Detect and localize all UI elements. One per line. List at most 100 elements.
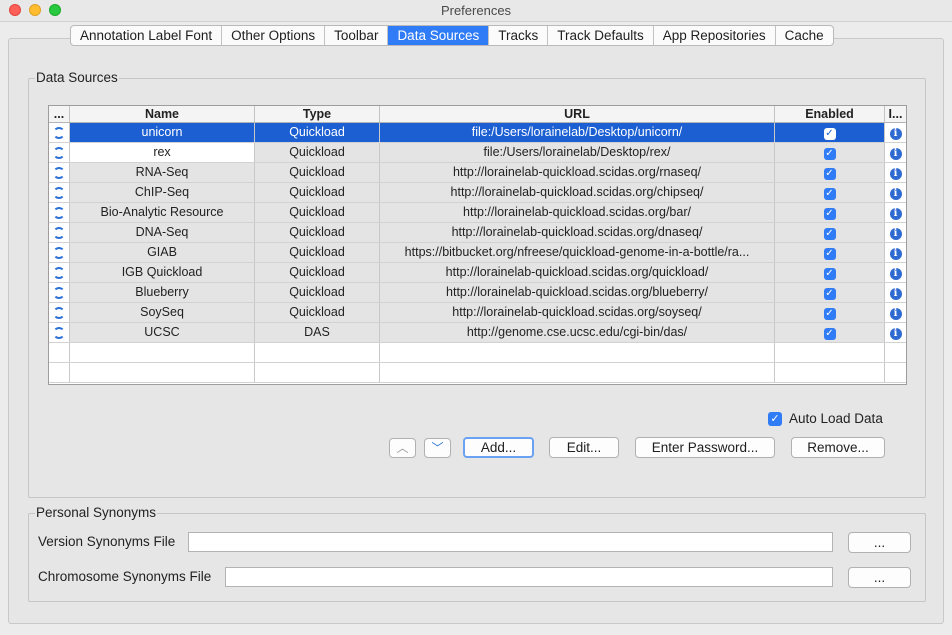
enabled-checkbox[interactable]: ✓ (823, 168, 836, 180)
table-row[interactable]: ChIP-Seq Quickload http://lorainelab-quick… (49, 183, 906, 203)
refresh-cell[interactable] (49, 203, 70, 222)
name-cell[interactable]: rex (70, 143, 255, 162)
table-row[interactable]: SoySeq Quickload http://lorainelab-quicklo… (49, 303, 906, 323)
enabled-cell[interactable]: ✓ (775, 243, 885, 262)
url-cell[interactable]: http://lorainelab-quickload.scidas.org/s… (380, 303, 775, 322)
enabled-checkbox[interactable]: ✓ (823, 308, 836, 320)
refresh-cell[interactable] (49, 303, 70, 322)
name-cell[interactable]: RNA-Seq (70, 163, 255, 182)
enabled-checkbox[interactable]: ✓ (823, 248, 836, 260)
name-cell[interactable]: ChIP-Seq (70, 183, 255, 202)
table-row[interactable]: Bio-Analytic Resource Quickload http://lor… (49, 203, 906, 223)
enabled-checkbox[interactable]: ✓ (823, 268, 836, 280)
info-icon[interactable]: i (889, 128, 902, 140)
enabled-checkbox[interactable]: ✓ (823, 128, 836, 140)
table-row[interactable]: RNA-Seq Quickload http://lorainelab-quickl… (49, 163, 906, 183)
edit-button[interactable]: Edit... (549, 437, 619, 458)
refresh-cell[interactable] (49, 323, 70, 342)
table-row[interactable]: rex Quickload file:/Users/lorainelab/Deskt… (49, 143, 906, 163)
enter-password-button[interactable]: Enter Password... (635, 437, 775, 458)
info-icon[interactable]: i (889, 248, 902, 260)
enabled-cell[interactable]: ✓ (775, 163, 885, 182)
type-cell[interactable]: Quickload (255, 203, 380, 222)
info-cell[interactable]: i (885, 303, 906, 322)
refresh-cell[interactable] (49, 123, 70, 142)
url-cell[interactable]: file:/Users/lorainelab/Desktop/rex/ (380, 143, 775, 162)
column-header-refresh[interactable]: ... (49, 106, 70, 122)
column-header-info[interactable]: I... (885, 106, 906, 122)
add-button[interactable]: Add... (463, 437, 534, 458)
url-cell[interactable]: http://lorainelab-quickload.scidas.org/b… (380, 283, 775, 302)
info-icon[interactable]: i (889, 288, 902, 300)
browse-version-synonyms-button[interactable]: ... (848, 532, 911, 553)
info-icon[interactable]: i (889, 228, 902, 240)
refresh-cell[interactable] (49, 243, 70, 262)
name-cell[interactable]: GIAB (70, 243, 255, 262)
info-cell[interactable]: i (885, 163, 906, 182)
tab-tracks[interactable]: Tracks (489, 26, 549, 45)
remove-button[interactable]: Remove... (791, 437, 885, 458)
tab-app-repositories[interactable]: App Repositories (654, 26, 776, 45)
table-row[interactable]: GIAB Quickload https://bitbucket.org/nfree… (49, 243, 906, 263)
column-header-type[interactable]: Type (255, 106, 380, 122)
name-cell[interactable]: IGB Quickload (70, 263, 255, 282)
type-cell[interactable]: Quickload (255, 163, 380, 182)
enabled-cell[interactable]: ✓ (775, 203, 885, 222)
tab-cache[interactable]: Cache (776, 26, 833, 45)
tab-annotation-label-font[interactable]: Annotation Label Font (71, 26, 223, 45)
info-cell[interactable]: i (885, 323, 906, 342)
column-header-enabled[interactable]: Enabled (775, 106, 885, 122)
table-row[interactable]: unicorn Quickload file:/Users/lorainelab/D… (49, 123, 906, 143)
url-cell[interactable]: http://lorainelab-quickload.scidas.org/r… (380, 163, 775, 182)
enabled-cell[interactable]: ✓ (775, 283, 885, 302)
refresh-cell[interactable] (49, 283, 70, 302)
column-header-name[interactable]: Name (70, 106, 255, 122)
name-cell[interactable]: UCSC (70, 323, 255, 342)
enabled-checkbox[interactable]: ✓ (823, 288, 836, 300)
type-cell[interactable]: Quickload (255, 243, 380, 262)
tab-data-sources[interactable]: Data Sources (388, 26, 490, 45)
info-cell[interactable]: i (885, 223, 906, 242)
table-row[interactable]: Blueberry Quickload http://lorainelab-quic… (49, 283, 906, 303)
enabled-cell[interactable]: ✓ (775, 303, 885, 322)
version-synonyms-file-input[interactable] (188, 532, 833, 552)
url-cell[interactable]: file:/Users/lorainelab/Desktop/unicorn/ (380, 123, 775, 142)
type-cell[interactable]: Quickload (255, 223, 380, 242)
type-cell[interactable]: Quickload (255, 283, 380, 302)
tab-toolbar[interactable]: Toolbar (325, 26, 389, 45)
info-icon[interactable]: i (889, 148, 902, 160)
info-cell[interactable]: i (885, 123, 906, 142)
info-cell[interactable]: i (885, 263, 906, 282)
url-cell[interactable]: https://bitbucket.org/nfreese/quickload-… (380, 243, 775, 262)
name-cell[interactable]: SoySeq (70, 303, 255, 322)
name-cell[interactable]: DNA-Seq (70, 223, 255, 242)
enabled-cell[interactable]: ✓ (775, 183, 885, 202)
info-icon[interactable]: i (889, 308, 902, 320)
enabled-cell[interactable]: ✓ (775, 143, 885, 162)
url-cell[interactable]: http://lorainelab-quickload.scidas.org/q… (380, 263, 775, 282)
enabled-checkbox[interactable]: ✓ (823, 228, 836, 240)
info-cell[interactable]: i (885, 203, 906, 222)
enabled-cell[interactable]: ✓ (775, 263, 885, 282)
type-cell[interactable]: DAS (255, 323, 380, 342)
info-cell[interactable]: i (885, 243, 906, 262)
refresh-cell[interactable] (49, 223, 70, 242)
refresh-cell[interactable] (49, 143, 70, 162)
type-cell[interactable]: Quickload (255, 183, 380, 202)
enabled-checkbox[interactable]: ✓ (823, 148, 836, 160)
name-cell[interactable]: Bio-Analytic Resource (70, 203, 255, 222)
info-icon[interactable]: i (889, 168, 902, 180)
info-icon[interactable]: i (889, 268, 902, 280)
refresh-cell[interactable] (49, 263, 70, 282)
auto-load-data-checkbox[interactable]: ✓ Auto Load Data (768, 411, 883, 426)
url-cell[interactable]: http://lorainelab-quickload.scidas.org/c… (380, 183, 775, 202)
chromosome-synonyms-file-input[interactable] (225, 567, 833, 587)
info-cell[interactable]: i (885, 283, 906, 302)
move-up-button[interactable]: ︿ (389, 438, 416, 458)
table-row[interactable]: UCSC DAS http://genome.cse.ucsc.edu/cgi-bi… (49, 323, 906, 343)
name-cell[interactable]: Blueberry (70, 283, 255, 302)
url-cell[interactable]: http://lorainelab-quickload.scidas.org/b… (380, 203, 775, 222)
url-cell[interactable]: http://genome.cse.ucsc.edu/cgi-bin/das/ (380, 323, 775, 342)
name-cell[interactable]: unicorn (70, 123, 255, 142)
type-cell[interactable]: Quickload (255, 123, 380, 142)
